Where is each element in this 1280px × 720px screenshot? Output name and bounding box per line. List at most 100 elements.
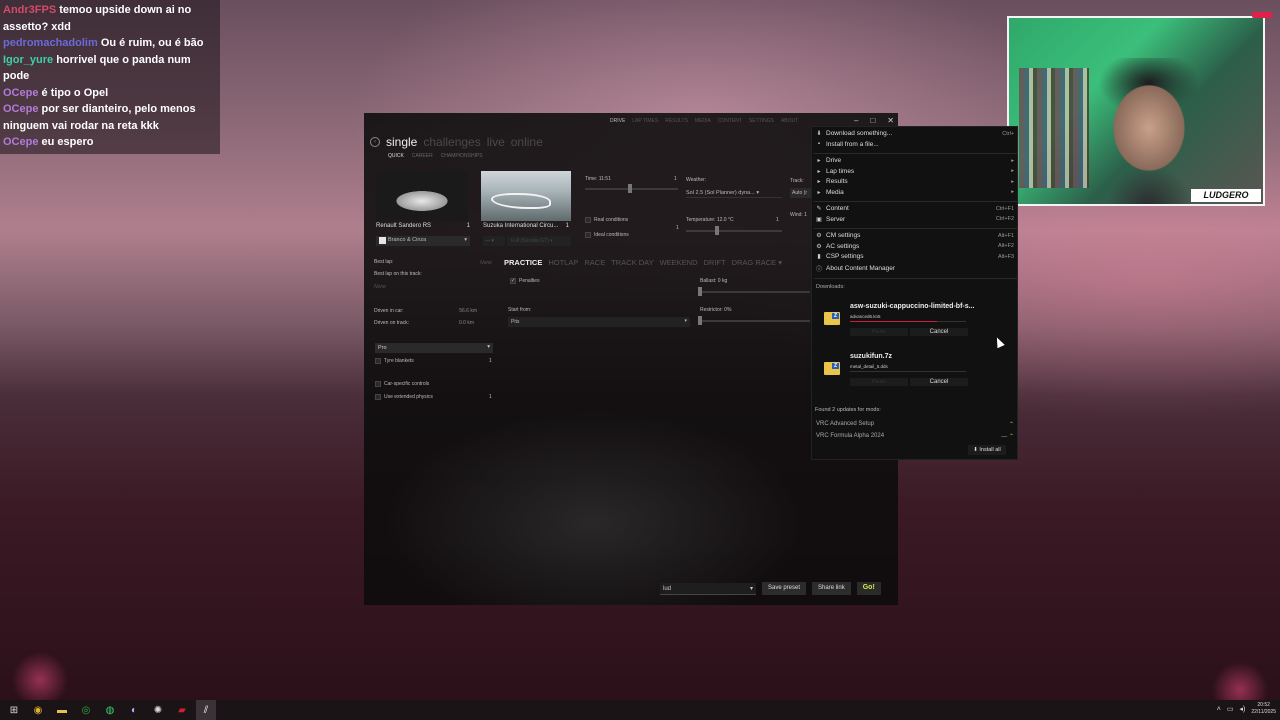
xbox-icon[interactable]: ◎ [76, 700, 96, 720]
skin-select[interactable]: Branco & Cinza ▾ [376, 236, 470, 246]
top-link-results[interactable]: RESULTS [665, 118, 688, 124]
cancel-button[interactable]: Cancel [910, 378, 968, 386]
pause-button[interactable]: Pause [850, 378, 908, 386]
network-icon[interactable]: ▭ [1227, 705, 1234, 713]
go-button[interactable]: Go! [856, 582, 881, 595]
real-conditions-checkbox[interactable]: Real conditions [585, 217, 628, 223]
menu-item-results[interactable]: ▸ Results ▸ [816, 178, 1014, 185]
menu-item-drive[interactable]: ▸ Drive ▸ [816, 157, 1014, 164]
menu-bullet-icon: ▣ [816, 216, 822, 223]
chevron-up-icon[interactable]: ⌃ [1009, 422, 1014, 428]
top-link-about[interactable]: ABOUT [781, 118, 798, 124]
minimize-icon[interactable]: – [854, 116, 858, 125]
settings-icon[interactable]: ✺ [148, 700, 168, 720]
track-preview[interactable] [481, 171, 571, 221]
assists-preset-select[interactable]: Pro ▾ [375, 343, 493, 353]
weather-label: Weather: [686, 177, 707, 183]
app-icon[interactable]: ▰ [172, 700, 192, 720]
save-preset-button[interactable]: Save preset [762, 582, 807, 595]
tab-online[interactable]: online [511, 135, 543, 149]
menu-item-ac-settings[interactable]: ⚙ AC settings Alt+F2 [816, 243, 1014, 250]
start-from-select[interactable]: Pits ▾ [508, 317, 690, 327]
content-manager-icon[interactable]: ⫽ [196, 700, 216, 720]
top-link-drive[interactable]: DRIVE [610, 118, 625, 124]
close-icon[interactable]: ✕ [887, 116, 894, 125]
tab-challenges[interactable]: challenges [423, 135, 480, 149]
pause-button[interactable]: Pause [850, 328, 908, 336]
mod-update-item[interactable]: VRC Advanced Setup ⌃ [816, 421, 1014, 428]
share-link-button[interactable]: Share link [812, 582, 851, 595]
menu-separator [814, 228, 1017, 229]
menu-item-label: Content [826, 205, 849, 212]
discord-icon[interactable]: ◐ [124, 700, 144, 720]
whatsapp-icon[interactable]: ◍ [100, 700, 120, 720]
menu-item-csp-settings[interactable]: ▮ CSP settings Alt+F3 [816, 253, 1014, 260]
car-controls-checkbox[interactable]: Car-specific controls [375, 381, 429, 387]
chevron-up-icon[interactable]: ˄ [1217, 706, 1221, 713]
menu-item-install-from-a-file[interactable]: ▪ Install from a file... [816, 141, 1014, 148]
race-type-tab[interactable]: RACE [584, 258, 605, 267]
race-type-tab[interactable]: TRACK DAY [611, 258, 653, 267]
top-link-content[interactable]: CONTENT [718, 118, 742, 124]
weather-select[interactable]: Sol 2.5 (Sol Planner) dyna... ▾ [686, 188, 782, 198]
tab-live[interactable]: live [487, 135, 505, 149]
top-link-settings[interactable]: SETTINGS [749, 118, 774, 124]
restrictor-slider-knob[interactable] [698, 316, 702, 325]
penalties-checkbox[interactable]: ✓ Penalties [510, 278, 540, 284]
subtab-quick[interactable]: QUICK [388, 153, 404, 159]
top-link-media[interactable]: MEDIA [695, 118, 711, 124]
track-layout-name[interactable]: Full (Suzuka GT) ▾ [507, 236, 571, 246]
race-type-tab[interactable]: WEEKEND [660, 258, 698, 267]
race-type-tab[interactable]: DRAG RACE ▾ [732, 258, 782, 267]
chat-username: OCepe [3, 86, 39, 99]
menu-item-media[interactable]: ▸ Media ▸ [816, 189, 1014, 196]
race-type-tab[interactable]: HOTLAP [548, 258, 578, 267]
tab-single[interactable]: single [386, 135, 417, 149]
menu-separator [814, 153, 1017, 154]
mod-update-item[interactable]: VRC Formula Alpha 2024 — ⌃ [816, 433, 1014, 440]
chevron-up-icon[interactable]: ⌃ [1009, 434, 1014, 440]
car-preview[interactable] [376, 171, 468, 221]
volume-icon[interactable]: ◂) [1239, 705, 1245, 713]
maximize-icon[interactable]: □ [870, 116, 875, 125]
tyre-blankets-checkbox[interactable]: Tyre blankets [375, 358, 414, 364]
clock[interactable]: 20:52 22/11/2025 [1251, 702, 1276, 716]
top-link-lap-times[interactable]: LAP TIMES [632, 118, 658, 124]
menu-item-label: Install from a file... [826, 140, 879, 148]
menu-item-cm-settings[interactable]: ⚙ CM settings Alt+F1 [816, 232, 1014, 239]
track-name[interactable]: Suzuka International Circu... 1 [483, 223, 569, 229]
menu-shortcut: ▸ [1011, 178, 1014, 185]
chat-text: Ou é ruim, ou é bão [100, 37, 204, 49]
preset-select[interactable]: lud ▾ [660, 582, 756, 595]
driven-track-value: 0.0 km [458, 320, 474, 326]
track-layout-select[interactable]: — ▾ [483, 236, 505, 246]
time-slider-knob[interactable] [628, 184, 632, 193]
cancel-button[interactable]: Cancel [910, 328, 968, 336]
menu-item-label: Download something... [826, 130, 893, 137]
windows-start-icon[interactable]: ⊞ [4, 700, 24, 720]
extended-physics-checkbox[interactable]: Use extended physics [375, 394, 433, 400]
install-all-button[interactable]: ⬇ Install all [968, 445, 1006, 455]
menu-item-download-something[interactable]: ⬇ Download something... Ctrl+ [816, 130, 1014, 137]
temperature-slider-knob[interactable] [715, 226, 719, 235]
menu-item-label: About Content Manager [826, 264, 896, 272]
subtab-career[interactable]: CAREER [412, 153, 433, 159]
ideal-conditions-checkbox[interactable]: Ideal conditions [585, 232, 629, 238]
race-type-tab[interactable]: DRIFT [704, 258, 726, 267]
subtab-championships[interactable]: CHAMPIONSHIPS [441, 153, 483, 159]
window-controls: – □ ✕ [854, 116, 894, 125]
menu-bullet-icon: ▸ [817, 179, 821, 185]
back-arrow-icon[interactable]: ‹ [370, 137, 380, 147]
menu-item-lap-times[interactable]: ▸ Lap times ▸ [816, 168, 1014, 175]
chrome-icon[interactable]: ◉ [28, 700, 48, 720]
file-explorer-icon[interactable]: ▬ [52, 700, 72, 720]
race-type-tab[interactable]: PRACTICE [504, 258, 542, 267]
menu-item-about-content-manager[interactable]: ⓘ About Content Manager [816, 264, 1014, 273]
menu-item-server[interactable]: ▣ Server Ctrl+F2 [816, 216, 1014, 223]
menu-item-content[interactable]: ✎ Content Ctrl+F1 [816, 205, 1014, 212]
restrictor-slider[interactable] [700, 320, 810, 322]
car-name[interactable]: Renault Sandero RS 1 [376, 223, 470, 229]
temperature-slider[interactable] [686, 230, 782, 232]
ballast-slider-knob[interactable] [698, 287, 702, 296]
ballast-slider[interactable] [700, 291, 810, 293]
